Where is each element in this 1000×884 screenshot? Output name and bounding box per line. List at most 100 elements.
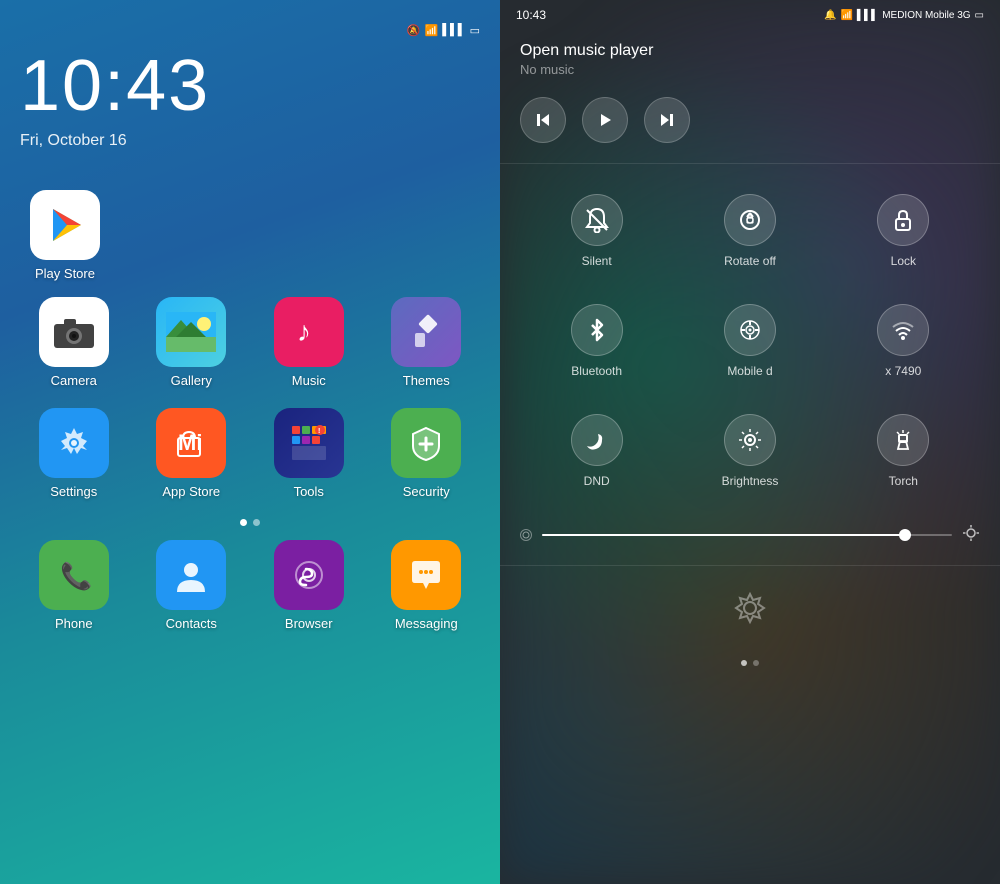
mobile-icon <box>737 317 763 343</box>
app-phone-label: Phone <box>55 616 93 631</box>
play-store-icon <box>45 205 85 245</box>
battery-icon-left: ▭ <box>470 24 480 37</box>
app-camera[interactable]: Camera <box>20 297 128 388</box>
app-contacts[interactable]: Contacts <box>138 540 246 631</box>
security-icon <box>407 424 445 462</box>
brightness-max-icon <box>962 524 980 545</box>
brightness-fill <box>542 534 911 536</box>
app-appstore[interactable]: Mi App Store <box>138 408 246 499</box>
svg-text:Mi: Mi <box>178 430 202 455</box>
app-music-label: Music <box>292 373 326 388</box>
torch-icon <box>890 427 916 453</box>
brightness-min-icon <box>520 529 532 541</box>
music-player-subtitle: No music <box>520 62 980 77</box>
messaging-icon <box>407 556 445 594</box>
app-themes[interactable]: Themes <box>373 297 481 388</box>
qs-mobile[interactable]: Mobile d <box>673 294 826 388</box>
app-browser[interactable]: Browser <box>255 540 363 631</box>
lock-icon-circle <box>877 194 929 246</box>
qs-silent[interactable]: Silent <box>520 184 673 278</box>
status-icons-left: 🔕 📶 ▌▌▌ ▭ <box>407 24 480 37</box>
app-tools-label: Tools <box>294 484 324 499</box>
music-player-header: Open music player No music <box>500 30 1000 81</box>
brightness-slider[interactable] <box>542 534 952 536</box>
app-messaging-label: Messaging <box>395 616 458 631</box>
brightness-icon <box>737 427 763 453</box>
app-contacts-label: Contacts <box>166 616 217 631</box>
signal-icon-left: ▌▌▌ <box>442 24 465 36</box>
bottom-dot-1 <box>741 660 747 666</box>
app-messaging[interactable]: Messaging <box>373 540 481 631</box>
next-icon <box>659 112 675 128</box>
app-gallery-label: Gallery <box>171 373 212 388</box>
status-right-icons: 🔔 📶 ▌▌▌ MEDION Mobile 3G ▭ <box>824 10 984 21</box>
dnd-label: DND <box>584 474 610 488</box>
qs-wifi[interactable]: x 7490 <box>827 294 980 388</box>
app-gallery[interactable]: Gallery <box>138 297 246 388</box>
tools-icon: ! <box>288 422 330 464</box>
qs-torch[interactable]: Torch <box>827 404 980 498</box>
right-panel: 10:43 🔔 📶 ▌▌▌ MEDION Mobile 3G ▭ Open mu… <box>500 0 1000 884</box>
app-settings[interactable]: Settings <box>20 408 128 499</box>
contacts-icon <box>172 556 210 594</box>
bluetooth-icon-circle <box>571 304 623 356</box>
dot-1 <box>240 519 247 526</box>
bottom-dots-right <box>500 650 1000 676</box>
rotate-label: Rotate off <box>724 254 776 268</box>
play-button[interactable] <box>582 97 628 143</box>
signal-icon-right: ▌▌▌ <box>857 10 878 21</box>
rotate-icon-circle <box>724 194 776 246</box>
themes-icon <box>407 313 445 351</box>
svg-text:!: ! <box>318 428 320 435</box>
mobile-label: Mobile d <box>727 364 772 378</box>
play-icon <box>597 112 613 128</box>
qs-rotate[interactable]: Rotate off <box>673 184 826 278</box>
app-security-label: Security <box>403 484 450 499</box>
quick-settings-row1: Silent Rotate off <box>500 168 1000 294</box>
qs-bluetooth[interactable]: Bluetooth <box>520 294 673 388</box>
svg-text:♪: ♪ <box>297 316 311 347</box>
bottom-dot-2 <box>753 660 759 666</box>
qs-lock[interactable]: Lock <box>827 184 980 278</box>
settings-gear-icon[interactable] <box>728 586 772 630</box>
divider-1 <box>500 163 1000 164</box>
wifi-icon-right: 📶 <box>840 10 852 21</box>
app-phone[interactable]: 📞 Phone <box>20 540 128 631</box>
app-browser-label: Browser <box>285 616 333 631</box>
settings-row <box>500 566 1000 650</box>
silent-icon-circle <box>571 194 623 246</box>
alarm-icon-right: 🔔 <box>824 10 836 21</box>
appstore-icon: Mi <box>172 424 210 462</box>
qs-dnd[interactable]: DND <box>520 404 673 498</box>
app-themes-label: Themes <box>403 373 450 388</box>
quick-settings-row3: DND <box>500 404 1000 514</box>
bluetooth-label: Bluetooth <box>571 364 622 378</box>
left-panel: 🔕 📶 ▌▌▌ ▭ 10:43 Fri, October 16 Play Sto… <box>0 0 500 884</box>
wifi-label: x 7490 <box>885 364 921 378</box>
qs-brightness[interactable]: Brightness <box>673 404 826 498</box>
app-play-store[interactable]: Play Store <box>30 190 100 281</box>
brightness-icon-circle <box>724 414 776 466</box>
page-dots <box>20 509 480 536</box>
gallery-icon <box>166 312 216 352</box>
status-time-right: 10:43 <box>516 8 546 22</box>
wifi-icon-left: 📶 <box>425 24 439 37</box>
phone-icon: 📞 <box>56 557 92 593</box>
next-button[interactable] <box>644 97 690 143</box>
app-tools[interactable]: ! Tools <box>255 408 363 499</box>
prev-button[interactable] <box>520 97 566 143</box>
app-music[interactable]: ♪ Music <box>255 297 363 388</box>
time-display: 10:43 <box>20 50 480 122</box>
network-label: MEDION Mobile 3G <box>882 10 970 21</box>
settings-icon <box>55 424 93 462</box>
quick-settings-row2: Bluetooth Mobile d <box>500 294 1000 404</box>
brightness-thumb[interactable] <box>899 529 911 541</box>
prev-icon <box>535 112 551 128</box>
silent-label: Silent <box>582 254 612 268</box>
dot-2 <box>253 519 260 526</box>
gear-icon <box>732 590 768 626</box>
app-play-store-label: Play Store <box>35 266 95 281</box>
camera-icon <box>52 314 96 350</box>
app-security[interactable]: Security <box>373 408 481 499</box>
music-player-title: Open music player <box>520 42 980 60</box>
